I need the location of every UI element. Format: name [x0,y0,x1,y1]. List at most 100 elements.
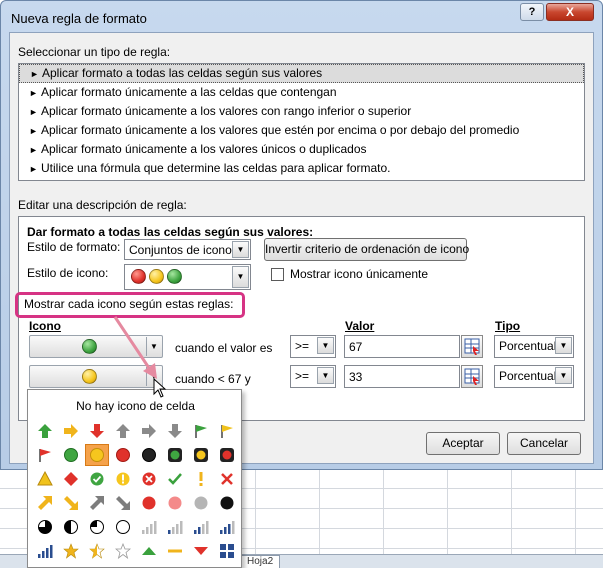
rule-type-label: Utilice una fórmula que determine las ce… [41,161,391,175]
yellow-circle-icon [149,269,164,284]
gray-up-arrow-icon[interactable] [111,420,135,442]
green-circle-icon[interactable] [59,444,83,466]
arrow-right-icon: ► [29,107,38,117]
half-circle-icon[interactable] [59,516,83,538]
empty-circle-icon[interactable] [111,516,135,538]
green-up-arrow-icon[interactable] [33,420,57,442]
help-button[interactable]: ? [520,3,544,21]
signal-bars-0-icon[interactable] [137,516,161,538]
dialog-title: Nueva regla de formato [11,11,147,26]
show-icon-only-label: Mostrar icono únicamente [290,267,429,281]
red-flag-icon[interactable] [33,444,57,466]
icon-style-label: Estilo de icono: [27,266,109,280]
signal-bars-4-icon[interactable] [33,540,57,562]
type-column-header: Tipo [495,319,521,333]
reverse-icon-order-button[interactable]: Invertir criterio de ordenación de icono [264,238,469,261]
rule-type-item[interactable]: ► Aplicar formato a todas las celdas segú… [19,64,584,83]
rule-type-item[interactable]: ► Aplicar formato únicamente a los valore… [19,102,584,121]
signal-bars-1-icon[interactable] [163,516,187,538]
range-selector-button[interactable] [461,365,483,388]
show-icon-only-checkbox[interactable] [271,268,284,281]
rule-type-item[interactable]: ► Aplicar formato únicamente a los valore… [19,121,584,140]
red-diamond-icon[interactable] [59,468,83,490]
range-selector-button[interactable] [461,335,483,358]
rule-type-list: ► Aplicar formato a todas las celdas segú… [18,63,585,181]
black-circle-icon[interactable] [137,444,161,466]
gray-down-right-arrow-icon[interactable] [111,492,135,514]
sheet-tab[interactable]: Hoja2 [240,555,281,568]
rule-type-item[interactable]: ► Aplicar formato únicamente a los valore… [19,140,584,159]
red-circle-icon[interactable] [137,492,161,514]
green-triangle-up-icon[interactable] [137,540,161,562]
green-check-icon[interactable] [163,468,187,490]
signal-bars-3-icon[interactable] [215,516,239,538]
no-cell-icon-option[interactable]: No hay icono de celda [28,399,243,413]
icon-column-header: Icono [29,319,61,333]
half-star-icon[interactable] [85,540,109,562]
cancel-button[interactable]: Cancelar [507,432,581,455]
green-circle-icon [167,269,182,284]
red-traffic-light-icon[interactable] [215,444,239,466]
rule-type-label: Aplicar formato únicamente a las celdas … [41,85,337,99]
red-x-icon[interactable] [215,468,239,490]
arrow-right-icon: ► [29,145,38,155]
operator-select-row-2[interactable]: >= ▼ [290,365,336,388]
yellow-up-right-arrow-icon[interactable] [33,492,57,514]
format-style-select[interactable]: Conjuntos de iconos ▼ [124,239,251,260]
rule-type-item[interactable]: ► Aplicar formato únicamente a las celdas… [19,83,584,102]
pink-circle-icon[interactable] [163,492,187,514]
yellow-traffic-light-icon[interactable] [189,444,213,466]
green-traffic-light-icon[interactable] [163,444,187,466]
operator-value: >= [295,339,310,353]
yellow-right-arrow-icon[interactable] [59,420,83,442]
red-circle-icon [131,269,146,284]
title-bar: Nueva regla de formato ? X [1,1,602,33]
yellow-dash-icon[interactable] [163,540,187,562]
yellow-triangle-icon[interactable] [33,468,57,490]
format-style-value: Conjuntos de iconos [129,243,238,257]
type-select-row-1[interactable]: Porcentual ▼ [494,335,574,358]
value-input-row-2[interactable]: 33 [344,365,460,388]
select-rule-type-label: Seleccionar un tipo de regla: [18,45,171,59]
red-x-circle-icon[interactable] [137,468,161,490]
rule-type-label: Aplicar formato a todas las celdas según… [42,66,323,80]
type-select-row-2[interactable]: Porcentual ▼ [494,365,574,388]
box-grid-icon[interactable] [215,540,239,562]
ok-button[interactable]: Aceptar [426,432,500,455]
gray-up-right-arrow-icon[interactable] [85,492,109,514]
yellow-down-right-arrow-icon[interactable] [59,492,83,514]
red-down-arrow-icon[interactable] [85,420,109,442]
chevron-down-icon: ▼ [317,367,334,384]
green-check-circle-icon[interactable] [85,468,109,490]
icon-style-select[interactable]: ▼ [124,264,251,290]
yellow-exclamation-circle-icon[interactable] [111,468,135,490]
operator-select-row-1[interactable]: >= ▼ [290,335,336,358]
arrow-right-icon: ► [29,164,38,174]
arrow-right-icon: ► [30,69,39,79]
rules-label: Mostrar cada icono según estas reglas: [24,297,234,311]
close-button[interactable]: X [546,3,594,21]
value-input-row-1[interactable]: 67 [344,335,460,358]
condition-row-1: cuando el valor es [175,341,273,355]
red-triangle-down-icon[interactable] [189,540,213,562]
empty-star-icon[interactable] [111,540,135,562]
format-style-label: Estilo de formato: [27,240,121,254]
yellow-exclamation-icon[interactable] [189,468,213,490]
gray-right-arrow-icon[interactable] [137,420,161,442]
gold-star-icon[interactable] [59,540,83,562]
gray-circle-icon[interactable] [189,492,213,514]
black-circle-icon[interactable] [215,492,239,514]
three-quarter-circle-icon[interactable] [33,516,57,538]
signal-bars-2-icon[interactable] [189,516,213,538]
icon-picker-popup: No hay icono de celda [27,389,242,568]
rule-type-item[interactable]: ► Utilice una fórmula que determine las c… [19,159,584,178]
quarter-circle-icon[interactable] [85,516,109,538]
red-circle-icon[interactable] [111,444,135,466]
yellow-flag-icon[interactable] [215,420,239,442]
yellow-circle-icon[interactable] [85,444,109,466]
green-circle-icon [82,339,97,354]
chevron-down-icon: ▼ [232,241,249,258]
green-flag-icon[interactable] [189,420,213,442]
gray-down-arrow-icon[interactable] [163,420,187,442]
arrow-right-icon: ► [29,88,38,98]
